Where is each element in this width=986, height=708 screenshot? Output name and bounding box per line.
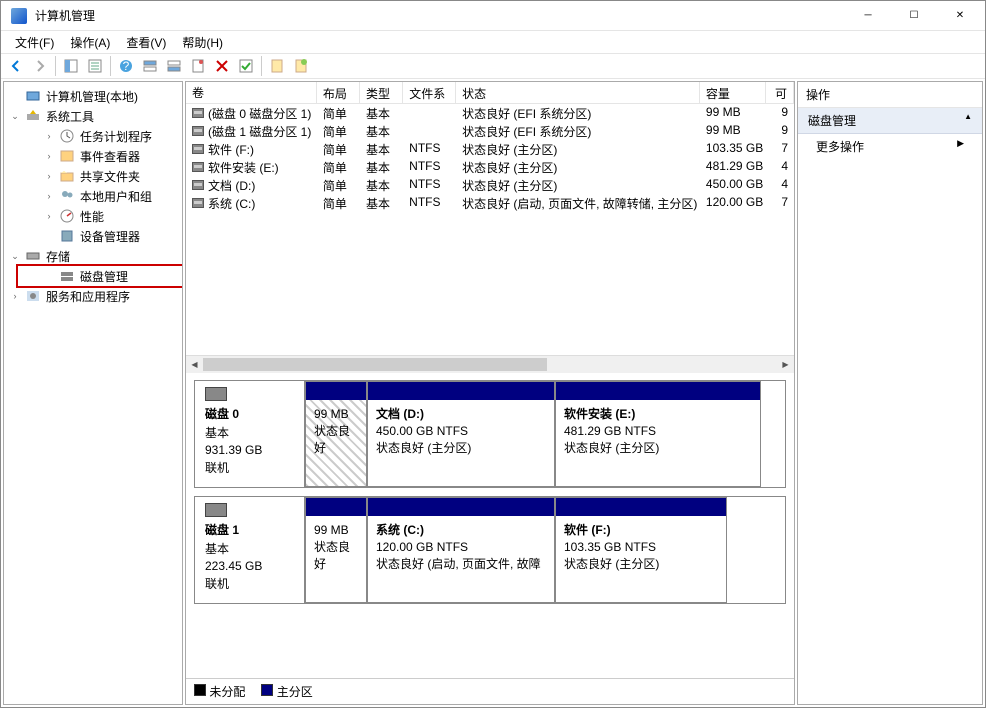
partition-header xyxy=(306,498,366,516)
col-capacity[interactable]: 容量 xyxy=(700,82,767,103)
col-volume[interactable]: 卷 xyxy=(186,82,317,103)
col-status[interactable]: 状态 xyxy=(456,82,700,103)
col-layout[interactable]: 布局 xyxy=(317,82,360,103)
partition-header xyxy=(556,382,760,400)
menu-action[interactable]: 操作(A) xyxy=(62,32,118,53)
volume-list-header: 卷 布局 类型 文件系统 状态 容量 可 xyxy=(186,82,794,104)
tree-performance[interactable]: ›性能 xyxy=(4,206,182,226)
volume-row[interactable]: 系统 (C:) 简单 基本 NTFS 状态良好 (启动, 页面文件, 故障转储,… xyxy=(186,194,794,212)
tree-services-apps[interactable]: ›服务和应用程序 xyxy=(4,286,182,306)
legend-primary-swatch xyxy=(261,684,273,696)
app-icon xyxy=(11,8,27,24)
new-button[interactable] xyxy=(266,55,288,77)
toolbar: ? xyxy=(1,53,985,79)
tree-task-scheduler[interactable]: ›任务计划程序 xyxy=(4,126,182,146)
settings-button[interactable] xyxy=(187,55,209,77)
col-free[interactable]: 可 xyxy=(766,82,794,103)
back-button[interactable] xyxy=(5,55,27,77)
partition-header xyxy=(368,382,554,400)
partition[interactable]: 99 MB状态良好 xyxy=(305,497,367,603)
partition-header xyxy=(556,498,726,516)
partition-header xyxy=(306,382,366,400)
properties-button[interactable] xyxy=(84,55,106,77)
tree-system-tools[interactable]: ⌄系统工具 xyxy=(4,106,182,126)
tree-device-manager[interactable]: 设备管理器 xyxy=(4,226,182,246)
partition[interactable]: 软件 (F:)103.35 GB NTFS状态良好 (主分区) xyxy=(555,497,727,603)
partition[interactable]: 系统 (C:)120.00 GB NTFS状态良好 (启动, 页面文件, 故障 xyxy=(367,497,555,603)
tree-event-viewer[interactable]: ›事件查看器 xyxy=(4,146,182,166)
actions-section[interactable]: 磁盘管理▲ xyxy=(798,108,982,134)
col-fs[interactable]: 文件系统 xyxy=(403,82,456,103)
partition[interactable]: 文档 (D:)450.00 GB NTFS状态良好 (主分区) xyxy=(367,381,555,487)
volume-row[interactable]: 文档 (D:) 简单 基本 NTFS 状态良好 (主分区) 450.00 GB … xyxy=(186,176,794,194)
volume-row[interactable]: 软件 (F:) 简单 基本 NTFS 状态良好 (主分区) 103.35 GB … xyxy=(186,140,794,158)
partition[interactable]: 软件安装 (E:)481.29 GB NTFS状态良好 (主分区) xyxy=(555,381,761,487)
disk-label[interactable]: 磁盘 0基本931.39 GB联机 xyxy=(195,381,305,487)
disk-icon xyxy=(205,387,227,401)
forward-button[interactable] xyxy=(29,55,51,77)
partition-header xyxy=(368,498,554,516)
volume-icon xyxy=(192,126,204,136)
minimize-button[interactable]: ─ xyxy=(845,1,891,31)
svg-text:?: ? xyxy=(123,59,130,73)
tree-local-users[interactable]: ›本地用户和组 xyxy=(4,186,182,206)
collapse-icon: ▲ xyxy=(964,112,972,129)
volume-list: 卷 布局 类型 文件系统 状态 容量 可 (磁盘 0 磁盘分区 1) 简单 基本… xyxy=(186,82,794,372)
legend: 未分配 主分区 xyxy=(186,678,794,704)
help-button[interactable]: ? xyxy=(115,55,137,77)
volume-list-body[interactable]: (磁盘 0 磁盘分区 1) 简单 基本 状态良好 (EFI 系统分区) 99 M… xyxy=(186,104,794,355)
tree-root[interactable]: 计算机管理(本地) xyxy=(4,86,182,106)
scroll-thumb[interactable] xyxy=(203,358,547,371)
actions-header: 操作 xyxy=(798,82,982,108)
center-panel: 卷 布局 类型 文件系统 状态 容量 可 (磁盘 0 磁盘分区 1) 简单 基本… xyxy=(185,81,795,705)
scroll-right-button[interactable]: ▶ xyxy=(777,356,794,373)
tree-shared-folders[interactable]: ›共享文件夹 xyxy=(4,166,182,186)
delete-button[interactable] xyxy=(211,55,233,77)
show-hide-button[interactable] xyxy=(60,55,82,77)
volume-icon xyxy=(192,198,204,208)
menu-file[interactable]: 文件(F) xyxy=(7,32,62,53)
volume-row[interactable]: (磁盘 1 磁盘分区 1) 简单 基本 状态良好 (EFI 系统分区) 99 M… xyxy=(186,122,794,140)
legend-unallocated-swatch xyxy=(194,684,206,696)
toggle-top-button[interactable] xyxy=(139,55,161,77)
title-bar: 计算机管理 ─ ☐ ✕ xyxy=(1,1,985,31)
check-button[interactable] xyxy=(235,55,257,77)
scroll-left-button[interactable]: ◀ xyxy=(186,356,203,373)
toggle-bottom-button[interactable] xyxy=(163,55,185,77)
disk-graphical-view: 磁盘 0基本931.39 GB联机 99 MB状态良好 文档 (D:)450.0… xyxy=(186,372,794,678)
navigation-tree[interactable]: 计算机管理(本地) ⌄系统工具 ›任务计划程序 ›事件查看器 ›共享文件夹 ›本… xyxy=(3,81,183,705)
more-actions[interactable]: 更多操作▶ xyxy=(798,134,982,159)
disk-label[interactable]: 磁盘 1基本223.45 GB联机 xyxy=(195,497,305,603)
refresh-button[interactable] xyxy=(290,55,312,77)
volume-row[interactable]: 软件安装 (E:) 简单 基本 NTFS 状态良好 (主分区) 481.29 G… xyxy=(186,158,794,176)
volume-row[interactable]: (磁盘 0 磁盘分区 1) 简单 基本 状态良好 (EFI 系统分区) 99 M… xyxy=(186,104,794,122)
close-button[interactable]: ✕ xyxy=(937,1,983,31)
window-title: 计算机管理 xyxy=(35,7,845,24)
partition[interactable]: 99 MB状态良好 xyxy=(305,381,367,487)
horizontal-scrollbar[interactable]: ◀ ▶ xyxy=(186,355,794,372)
menu-bar: 文件(F) 操作(A) 查看(V) 帮助(H) xyxy=(1,31,985,53)
arrow-right-icon: ▶ xyxy=(957,138,964,155)
disk-icon xyxy=(205,503,227,517)
volume-icon xyxy=(192,162,204,172)
tree-storage[interactable]: ⌄存储 xyxy=(4,246,182,266)
disk-row: 磁盘 0基本931.39 GB联机 99 MB状态良好 文档 (D:)450.0… xyxy=(194,380,786,488)
disk-row: 磁盘 1基本223.45 GB联机 99 MB状态良好 系统 (C:)120.0… xyxy=(194,496,786,604)
col-type[interactable]: 类型 xyxy=(360,82,403,103)
volume-icon xyxy=(192,180,204,190)
legend-primary: 主分区 xyxy=(277,685,313,699)
volume-icon xyxy=(192,144,204,154)
menu-help[interactable]: 帮助(H) xyxy=(174,32,231,53)
tree-disk-management[interactable]: 磁盘管理 xyxy=(4,266,182,286)
legend-unallocated: 未分配 xyxy=(209,685,245,699)
maximize-button[interactable]: ☐ xyxy=(891,1,937,31)
volume-icon xyxy=(192,108,204,118)
menu-view[interactable]: 查看(V) xyxy=(118,32,174,53)
actions-panel: 操作 磁盘管理▲ 更多操作▶ xyxy=(797,81,983,705)
